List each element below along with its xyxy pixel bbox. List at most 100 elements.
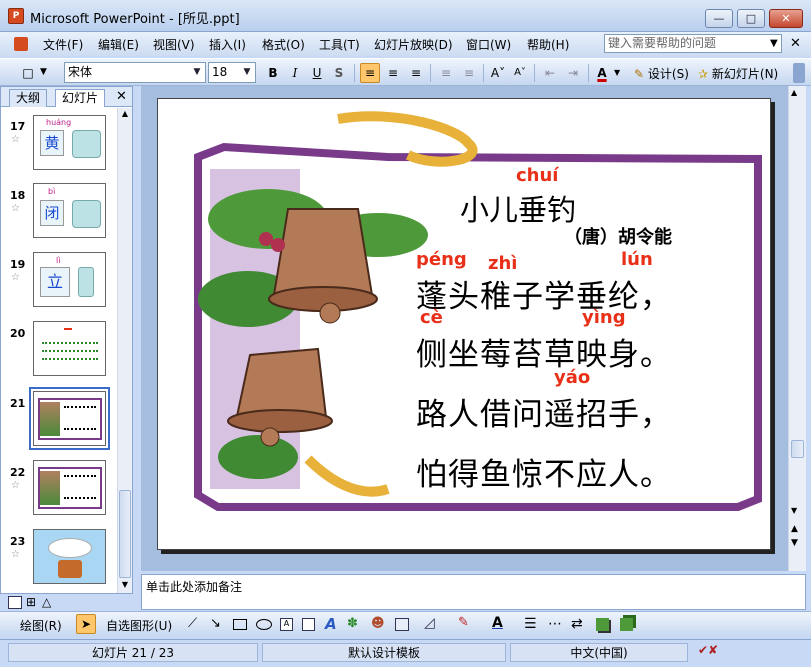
shadow-icon[interactable]: S bbox=[329, 63, 349, 83]
maximize-button[interactable]: □ bbox=[737, 9, 765, 28]
underline-icon[interactable]: U bbox=[307, 63, 327, 83]
tab-outline[interactable]: 大纲 bbox=[9, 89, 48, 107]
slide-thumbnail-22[interactable] bbox=[33, 460, 106, 515]
tab-slides[interactable]: 幻灯片 bbox=[55, 89, 106, 107]
font-size-field[interactable]: 18 ▼ bbox=[208, 62, 256, 83]
slide-thumbnail-21[interactable] bbox=[29, 387, 110, 450]
current-slide[interactable]: chuí 小儿垂钓 （唐）胡令能 péng zhì lún 蓬头稚子学垂纶， c… bbox=[157, 98, 771, 550]
toolbar-dropdown-icon[interactable]: ▼ bbox=[40, 67, 47, 77]
rectangle-icon[interactable] bbox=[233, 619, 247, 630]
thumb-cloud bbox=[48, 538, 92, 558]
align-center-icon[interactable]: ≡ bbox=[383, 63, 403, 83]
decrease-indent-icon[interactable]: ⇤ bbox=[540, 63, 560, 83]
formatting-toolbar: □ ▼ 宋体 ▼ 18 ▼ B I U S ≡ ≡ ≡ ≡ ≡ A˅ A˅ ⇤ … bbox=[0, 58, 811, 86]
new-slide-button[interactable]: ✰ 新幻灯片(N) bbox=[698, 65, 778, 82]
thumb-pinyin: lì bbox=[56, 256, 61, 265]
oval-icon[interactable] bbox=[256, 619, 272, 630]
arrow-icon[interactable]: ↘ bbox=[210, 616, 221, 631]
align-right-icon[interactable]: ≡ bbox=[406, 63, 426, 83]
italic-icon[interactable]: I bbox=[285, 63, 305, 83]
help-search-input[interactable]: 键入需要帮助的问题 bbox=[604, 34, 782, 53]
scrollbar-thumb[interactable] bbox=[119, 490, 131, 578]
powerpoint-app-icon[interactable]: P bbox=[8, 8, 24, 24]
slide-scrollbar[interactable]: ▲ ▼ ▲ ▼ bbox=[788, 86, 806, 571]
scrollbar-thumb[interactable] bbox=[791, 440, 804, 458]
font-color-draw-icon[interactable]: A bbox=[492, 615, 503, 631]
slide-number: 17 bbox=[10, 120, 26, 133]
line-icon[interactable]: ⟋ bbox=[188, 616, 197, 631]
minimize-button[interactable]: — bbox=[705, 9, 733, 28]
slide-editing-area: chuí 小儿垂钓 （唐）胡令能 péng zhì lún 蓬头稚子学垂纶， c… bbox=[141, 86, 806, 571]
menu-help[interactable]: 帮助(H) bbox=[527, 36, 569, 53]
help-dropdown-icon[interactable]: ▼ bbox=[770, 38, 778, 49]
menu-edit[interactable]: 编辑(E) bbox=[98, 36, 139, 53]
increase-indent-icon[interactable]: ⇥ bbox=[563, 63, 583, 83]
close-panel-icon[interactable]: ✕ bbox=[116, 89, 127, 104]
menu-format[interactable]: 格式(O) bbox=[262, 36, 305, 53]
slideshow-icon[interactable]: △ bbox=[42, 595, 51, 609]
font-color-icon[interactable]: A bbox=[592, 63, 612, 83]
previous-slide-icon[interactable]: ▲ bbox=[791, 524, 798, 534]
menu-file[interactable]: 文件(F) bbox=[43, 36, 83, 53]
font-size-dropdown-icon[interactable]: ▼ bbox=[240, 64, 254, 81]
bullets-icon[interactable]: ≡ bbox=[459, 63, 479, 83]
menu-view[interactable]: 视图(V) bbox=[153, 36, 195, 53]
diagram-icon[interactable]: ✽ bbox=[347, 616, 358, 631]
toolbar-options-icon[interactable] bbox=[793, 63, 805, 83]
pinyin-peng: péng bbox=[416, 249, 467, 270]
wordart-icon[interactable]: A bbox=[325, 615, 337, 633]
dash-style-icon[interactable]: ⋯ bbox=[548, 616, 562, 632]
shadow-style-icon[interactable] bbox=[596, 618, 609, 631]
increase-font-icon[interactable]: A˅ bbox=[488, 63, 508, 83]
normal-view-icon[interactable] bbox=[8, 596, 22, 609]
scroll-down-icon[interactable]: ▼ bbox=[791, 506, 797, 515]
thumb-pinyin: bì bbox=[48, 187, 56, 196]
next-slide-icon[interactable]: ▼ bbox=[791, 538, 798, 548]
line-style-icon[interactable]: ☰ bbox=[524, 616, 537, 632]
slide-thumbnail-20[interactable] bbox=[33, 321, 106, 376]
menu-insert[interactable]: 插入(I) bbox=[209, 36, 246, 53]
vertical-textbox-icon[interactable] bbox=[302, 618, 315, 631]
slide-thumbnail-17[interactable]: huáng 黄 bbox=[33, 115, 106, 170]
scroll-down-icon[interactable]: ▼ bbox=[119, 580, 131, 592]
slide-thumbnail-23[interactable] bbox=[33, 529, 106, 584]
slide-number: 22 bbox=[10, 466, 26, 479]
menu-slideshow[interactable]: 幻灯片放映(D) bbox=[374, 36, 453, 53]
bold-icon[interactable]: B bbox=[263, 63, 283, 83]
slide-thumbnail-18[interactable]: bì 闭 bbox=[33, 183, 106, 238]
menu-tools[interactable]: 工具(T) bbox=[319, 36, 360, 53]
autoshapes-button[interactable]: 自选图形(U) bbox=[106, 617, 172, 634]
slides-panel-scrollbar[interactable]: ▲ ▼ bbox=[117, 108, 132, 593]
picture-icon[interactable] bbox=[395, 618, 409, 631]
3d-style-icon[interactable] bbox=[620, 618, 633, 631]
line-color-icon[interactable]: ✎ bbox=[458, 615, 469, 630]
draw-menu-button[interactable]: 绘图(R) bbox=[20, 617, 62, 634]
close-button[interactable]: ✕ bbox=[769, 9, 803, 28]
clipart-icon[interactable]: ☻ bbox=[371, 616, 385, 631]
slide-thumbnail-19[interactable]: lì 立 bbox=[33, 252, 106, 307]
font-dropdown-icon[interactable]: ▼ bbox=[190, 64, 204, 81]
font-name-field[interactable]: 宋体 ▼ bbox=[64, 62, 206, 83]
slide-sorter-icon[interactable]: ⊞ bbox=[26, 595, 36, 609]
spelling-check-icon[interactable]: ✔✘ bbox=[698, 643, 718, 657]
design-button[interactable]: ✎ 设计(S) bbox=[634, 65, 689, 82]
scroll-up-icon[interactable]: ▲ bbox=[119, 109, 131, 121]
document-icon[interactable] bbox=[14, 37, 28, 51]
notes-pane[interactable]: 单击此处添加备注 bbox=[141, 574, 806, 610]
select-pointer-icon[interactable]: ➤ bbox=[76, 614, 96, 634]
font-color-dropdown-icon[interactable]: ▼ bbox=[614, 68, 620, 77]
decrease-font-icon[interactable]: A˅ bbox=[510, 63, 530, 83]
toolbar-separator bbox=[588, 64, 589, 82]
slide-number: 19 bbox=[10, 258, 26, 271]
thumb-line bbox=[42, 342, 98, 344]
close-document-icon[interactable]: ✕ bbox=[790, 36, 801, 51]
fill-color-icon[interactable]: ◿ bbox=[424, 615, 435, 631]
numbering-icon[interactable]: ≡ bbox=[436, 63, 456, 83]
arrow-style-icon[interactable]: ⇄ bbox=[571, 616, 583, 632]
menu-window[interactable]: 窗口(W) bbox=[466, 36, 511, 53]
new-document-icon[interactable]: □ bbox=[18, 63, 38, 83]
scroll-up-icon[interactable]: ▲ bbox=[791, 88, 797, 97]
align-left-icon[interactable]: ≡ bbox=[360, 63, 380, 83]
thumb-line bbox=[42, 350, 98, 352]
textbox-icon[interactable]: A bbox=[280, 618, 293, 631]
